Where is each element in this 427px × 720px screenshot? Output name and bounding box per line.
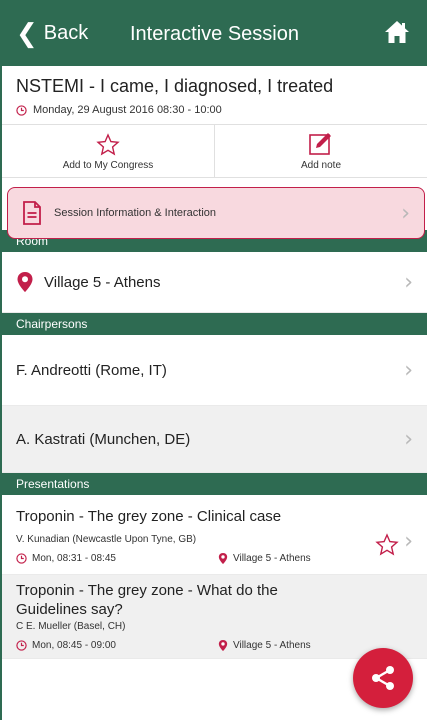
clock-icon [16, 640, 27, 651]
clock-icon [16, 553, 27, 564]
presentation-meta: Mon, 08:31 - 08:45 Village 5 - Athens [16, 552, 413, 565]
add-to-congress-label: Add to My Congress [62, 160, 154, 171]
location-pin-icon [218, 552, 228, 565]
chairpersons-section-header: Chairpersons [2, 313, 427, 335]
clock-icon [16, 104, 27, 116]
presentation-location-text: Village 5 - Athens [233, 640, 311, 651]
session-info-label: Session Information & Interaction [54, 207, 217, 219]
presentation-time: Mon, 08:31 - 08:45 [16, 553, 218, 564]
document-icon [23, 201, 41, 225]
share-button[interactable] [353, 648, 413, 708]
chairperson-name: F. Andreotti (Rome, IT) [16, 361, 167, 379]
presentation-location: Village 5 - Athens [218, 639, 311, 652]
add-to-congress-button[interactable]: Add to My Congress [2, 125, 215, 177]
presentation-author: C E. Mueller (Basel, CH) [16, 621, 126, 632]
session-title: NSTEMI - I came, I diagnosed, I treated [16, 76, 334, 96]
presentation-author: V. Kunadian (Newcastle Upon Tyne, GB) [16, 534, 197, 545]
share-icon [372, 666, 394, 690]
top-bar: ❮ Back Interactive Session [2, 0, 427, 66]
chevron-right-icon: › [401, 200, 410, 226]
session-date: Monday, 29 August 2016 08:30 - 10:00 [33, 104, 222, 116]
presentation-time: Mon, 08:45 - 09:00 [16, 640, 218, 651]
presentation-item[interactable]: Troponin - The grey zone - Clinical case… [2, 495, 427, 575]
app-screen: ❮ Back Interactive Session NSTEMI - I ca… [0, 0, 427, 720]
actions-row: Add to My Congress Add note [2, 125, 427, 178]
location-pin-icon [17, 272, 33, 292]
chevron-right-icon: › [404, 269, 413, 295]
add-note-label: Add note [300, 160, 342, 171]
presentations-section-header: Presentations [2, 473, 427, 495]
room-row[interactable]: Village 5 - Athens › [2, 252, 427, 313]
chevron-right-icon: › [404, 529, 413, 554]
presentation-meta: Mon, 08:45 - 09:00 Village 5 - Athens [16, 639, 413, 652]
star-icon [96, 133, 120, 156]
page-title: Interactive Session [130, 23, 299, 45]
chairperson-name: A. Kastrati (Munchen, DE) [16, 430, 191, 448]
chevron-right-icon: › [404, 426, 413, 452]
presentation-title: Troponin - The grey zone - Clinical case [16, 508, 282, 525]
session-date-row: Monday, 29 August 2016 08:30 - 10:00 [16, 104, 413, 116]
chevron-right-icon: › [404, 357, 413, 383]
session-info-row[interactable]: Session Information & Interaction › [7, 187, 425, 239]
presentation-item[interactable]: Troponin - The grey zone - What do the G… [2, 575, 427, 659]
star-icon[interactable] [375, 533, 399, 557]
presentation-time-text: Mon, 08:45 - 09:00 [32, 640, 116, 651]
add-note-button[interactable]: Add note [215, 125, 427, 177]
chairperson-row[interactable]: A. Kastrati (Munchen, DE) › [2, 406, 427, 473]
location-pin-icon [218, 639, 228, 652]
presentation-title: Troponin - The grey zone - What do the G… [16, 582, 278, 618]
chairperson-row[interactable]: F. Andreotti (Rome, IT) › [2, 335, 427, 406]
room-name: Village 5 - Athens [44, 273, 161, 291]
session-header: NSTEMI - I came, I diagnosed, I treated … [2, 66, 427, 125]
presentation-location-text: Village 5 - Athens [233, 553, 311, 564]
home-icon[interactable] [383, 18, 411, 46]
presentation-location: Village 5 - Athens [218, 552, 311, 565]
presentation-time-text: Mon, 08:31 - 08:45 [32, 553, 116, 564]
edit-note-icon [309, 133, 331, 155]
